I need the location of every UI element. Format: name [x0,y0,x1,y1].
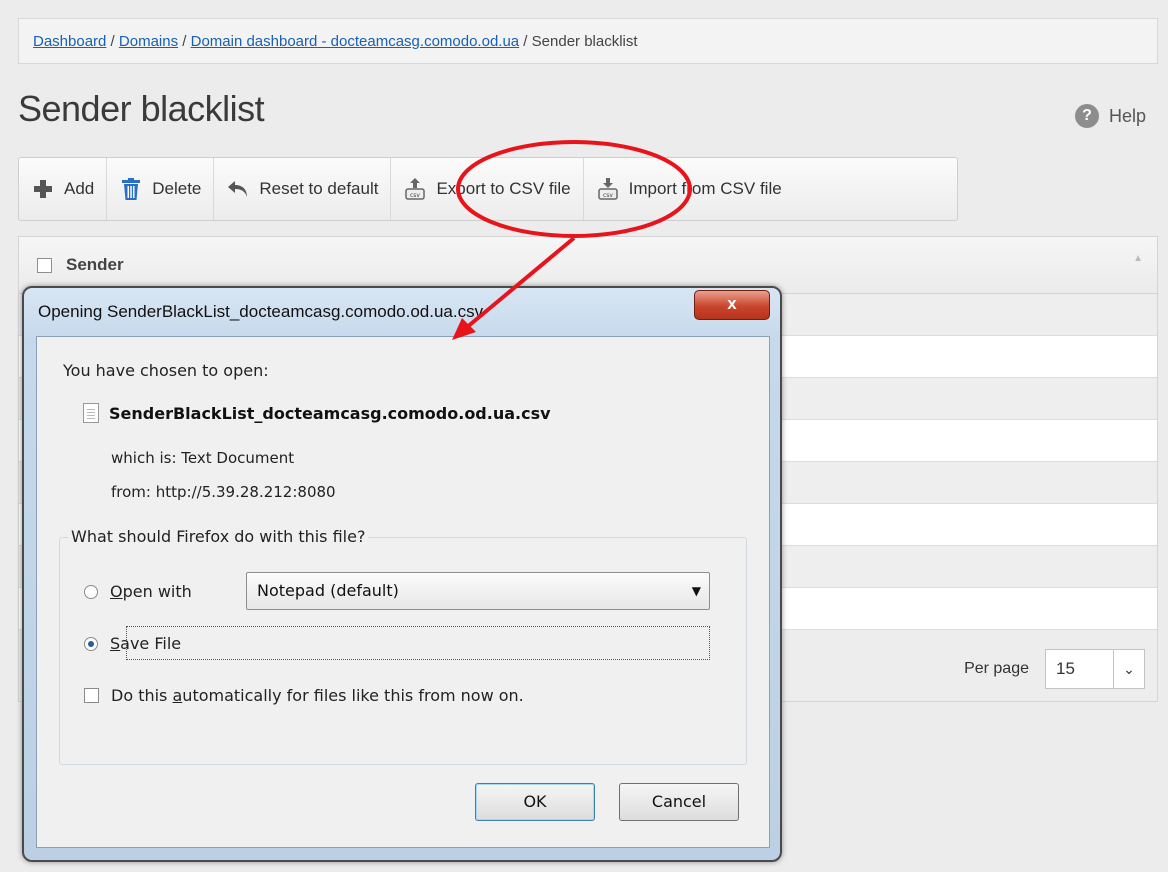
breadcrumb-domain-dashboard[interactable]: Domain dashboard - docteamcasg.comodo.od… [191,33,520,50]
add-button[interactable]: Add [19,158,108,220]
sort-asc-icon[interactable]: ▲ [1133,253,1143,264]
export-label: Export to CSV file [436,179,571,198]
help-link[interactable]: ? Help [1074,104,1146,128]
auto-option[interactable]: Do this automatically for files like thi… [84,686,524,705]
svg-text:csv: csv [410,192,420,199]
file-name-row: SenderBlackList_docteamcasg.comodo.od.ua… [83,403,551,423]
breadcrumb-separator: / [106,33,119,50]
document-icon [83,403,99,423]
save-file-radio[interactable] [84,636,98,651]
plus-icon [34,180,52,198]
undo-icon [228,181,248,197]
action-question: What should Firefox do with this file? [68,527,369,546]
file-type-label: which is: [111,449,177,467]
open-with-label: Open with [110,582,192,601]
close-button[interactable]: x [694,290,770,320]
select-all-checkbox[interactable] [37,257,52,273]
reset-label: Reset to default [259,179,379,198]
breadcrumb: Dashboard / Domains / Domain dashboard -… [18,18,1158,64]
add-label: Add [64,179,95,198]
per-page-label: Per page [964,660,1029,677]
delete-button[interactable]: Delete [107,158,215,220]
file-source: from: http://5.39.28.212:8080 [111,483,336,501]
file-type-value: Text Document [181,449,295,467]
breadcrumb-separator: / [519,33,532,50]
breadcrumb-dashboard[interactable]: Dashboard [33,33,106,50]
help-icon: ? [1074,104,1099,128]
save-file-option[interactable]: Save File [84,634,181,653]
csv-export-icon: csv [405,178,426,200]
delete-label: Delete [152,179,202,198]
cancel-button[interactable]: Cancel [619,783,739,821]
page-title: Sender blacklist [18,88,265,129]
svg-text:csv: csv [603,192,613,199]
auto-checkbox[interactable] [84,688,99,703]
chosen-text: You have chosen to open: [63,361,269,380]
open-with-option[interactable]: Open with [84,582,192,601]
dialog-body: You have chosen to open: SenderBlackList… [36,336,770,848]
ok-button[interactable]: OK [475,783,595,821]
per-page-value: 15 [1056,659,1075,678]
import-label: Import from CSV file [628,179,782,198]
csv-import-icon: csv [597,178,618,200]
file-source-label: from: [111,483,151,501]
application-select[interactable]: Notepad (default) ▼ [246,572,710,610]
export-csv-button[interactable]: csv Export to CSV file [391,158,584,220]
action-group: What should Firefox do with this file? O… [59,527,747,765]
reset-button[interactable]: Reset to default [214,158,392,220]
auto-label: Do this automatically for files like thi… [111,686,524,705]
dropdown-arrow-icon: ▼ [691,584,701,598]
save-file-label: Save File [110,634,182,653]
help-label: Help [1108,105,1146,126]
breadcrumb-domains[interactable]: Domains [119,33,178,50]
sender-column-header[interactable]: Sender [66,255,124,275]
application-value: Notepad (default) [257,581,399,600]
breadcrumb-current: Sender blacklist [531,33,638,50]
open-with-radio[interactable] [84,584,98,599]
import-csv-button[interactable]: csv Import from CSV file [584,158,794,220]
focus-outline [126,626,710,660]
per-page-select[interactable]: 15 ⌄ [1045,649,1145,689]
file-type: which is: Text Document [111,449,294,467]
pagination: Per page 15 ⌄ [964,649,1145,689]
file-name: SenderBlackList_docteamcasg.comodo.od.ua… [109,403,551,423]
chevron-down-icon[interactable]: ⌄ [1113,650,1144,688]
dialog-title: Opening SenderBlackList_docteamcasg.como… [38,302,484,321]
trash-icon [122,178,141,200]
open-file-dialog: Opening SenderBlackList_docteamcasg.como… [22,286,782,862]
toolbar: Add Delete Reset to default csv Export t… [18,157,958,221]
file-source-value: http://5.39.28.212:8080 [155,483,336,501]
breadcrumb-separator: / [178,33,191,50]
